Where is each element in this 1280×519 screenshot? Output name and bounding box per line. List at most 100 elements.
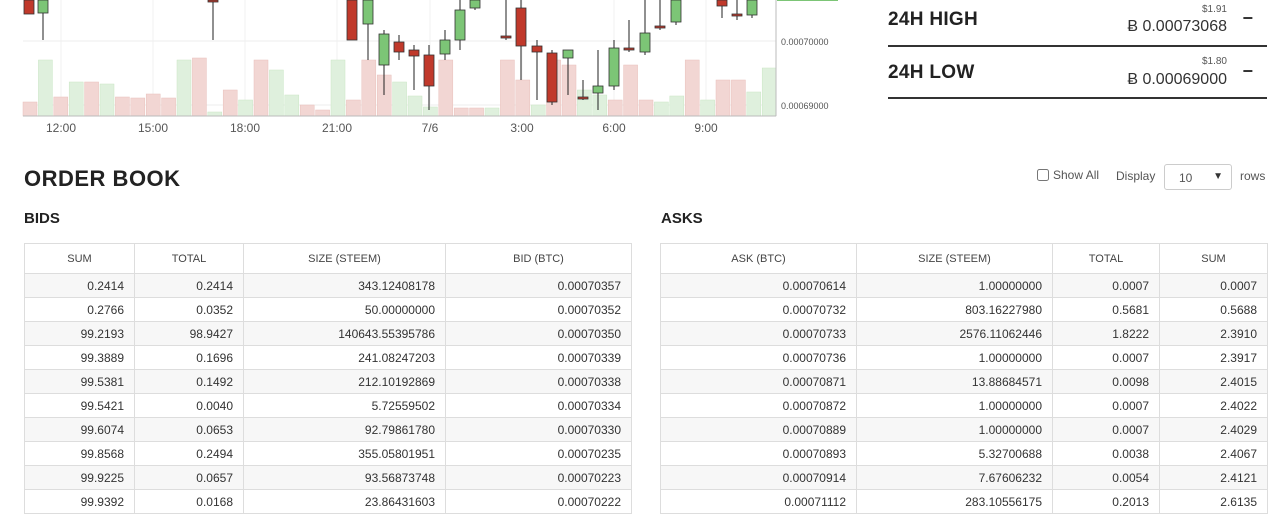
stat-btc-value: Ƀ 0.00073068 <box>1127 18 1227 35</box>
asks-row[interactable]: 0.00070889 1.00000000 0.0007 2.4029 <box>660 417 1268 442</box>
asks-cell: 1.8222 <box>1052 321 1160 346</box>
time-axis-label: 15:00 <box>138 121 168 135</box>
show-all-checkbox[interactable] <box>1037 169 1049 181</box>
caret-down-icon: ▼ <box>1213 171 1223 182</box>
price-chart[interactable]: 0.00070000 0.00069000 12:00 15:00 18:00 21:… <box>0 0 860 145</box>
bids-row[interactable]: 99.9225 0.0657 93.56873748 0.00070223 <box>24 465 632 490</box>
bids-row[interactable]: 0.2766 0.0352 50.00000000 0.00070352 <box>24 297 632 322</box>
asks-cell: 2.4015 <box>1159 369 1268 394</box>
asks-cell: 0.2013 <box>1052 489 1160 514</box>
bids-cell: 0.00070338 <box>445 369 632 394</box>
volume-bar <box>684 59 700 117</box>
asks-cell: 0.00070914 <box>660 465 857 490</box>
asks-cell: 0.0054 <box>1052 465 1160 490</box>
bids-row[interactable]: 99.3889 0.1696 241.08247203 0.00070339 <box>24 345 632 370</box>
bids-row[interactable]: 0.2414 0.2414 343.12408178 0.00070357 <box>24 273 632 298</box>
asks-row[interactable]: 0.00070736 1.00000000 0.0007 2.3917 <box>660 345 1268 370</box>
bids-cell: 0.00070334 <box>445 393 632 418</box>
asks-cell: 0.0007 <box>1052 417 1160 442</box>
asks-row[interactable]: 0.00071112 283.10556175 0.2013 2.6135 <box>660 489 1268 514</box>
bids-cell: 0.0653 <box>134 417 244 442</box>
bids-cell: 99.2193 <box>24 321 135 346</box>
bids-cell: 343.12408178 <box>243 273 446 298</box>
asks-cell: 1.00000000 <box>856 273 1053 298</box>
bids-cell: 92.79861780 <box>243 417 446 442</box>
bids-cell: 0.00070235 <box>445 441 632 466</box>
asks-column-header: SUM <box>1159 243 1268 274</box>
bids-row[interactable]: 99.6074 0.0653 92.79861780 0.00070330 <box>24 417 632 442</box>
volume-bar <box>346 99 361 117</box>
volume-bar <box>623 64 638 117</box>
bids-cell: 212.10192869 <box>243 369 446 394</box>
candle-body <box>654 25 666 29</box>
bids-cell: 0.0352 <box>134 297 244 322</box>
asks-cell: 0.5688 <box>1159 297 1268 322</box>
asks-row[interactable]: 0.00070872 1.00000000 0.0007 2.4022 <box>660 393 1268 418</box>
price-axis-label: 0.00070000 <box>781 37 829 47</box>
asks-cell: 1.00000000 <box>856 393 1053 418</box>
asks-column-header: ASK (BTC) <box>660 243 857 274</box>
volume-bar <box>361 59 377 117</box>
collapse-toggle-button[interactable]: − <box>1242 61 1253 82</box>
bids-row[interactable]: 99.2193 98.9427 140643.55395786 0.00070350 <box>24 321 632 346</box>
volume-bar <box>130 97 146 117</box>
asks-row[interactable]: 0.00070914 7.67606232 0.0054 2.4121 <box>660 465 1268 490</box>
rows-select-value: 10 <box>1179 171 1193 185</box>
bids-cell: 0.00070350 <box>445 321 632 346</box>
bids-column-header: SIZE (STEEM) <box>243 243 446 274</box>
asks-cell: 0.00070871 <box>660 369 857 394</box>
show-all-toggle[interactable]: Show All <box>1037 168 1099 182</box>
bids-column-header: TOTAL <box>134 243 244 274</box>
asks-row[interactable]: 0.00070733 2576.11062446 1.8222 2.3910 <box>660 321 1268 346</box>
bids-row[interactable]: 99.9392 0.0168 23.86431603 0.00070222 <box>24 489 632 514</box>
asks-cell: 0.5681 <box>1052 297 1160 322</box>
bids-row[interactable]: 99.5381 0.1492 212.10192869 0.00070338 <box>24 369 632 394</box>
bids-cell: 0.00070330 <box>445 417 632 442</box>
volume-bar <box>746 91 762 117</box>
asks-cell: 2576.11062446 <box>856 321 1053 346</box>
asks-header-row: ASK (BTC) SIZE (STEEM) TOTAL SUM <box>660 243 1268 274</box>
asks-cell: 0.00070893 <box>660 441 857 466</box>
volume-bar <box>592 94 608 117</box>
candle-body <box>577 96 589 100</box>
volume-bar <box>561 64 577 117</box>
stat-label: 24H HIGH <box>888 9 979 30</box>
volume-bar <box>638 99 654 117</box>
asks-cell: 0.0007 <box>1052 273 1160 298</box>
stat-btc-value: Ƀ 0.00069000 <box>1127 71 1227 88</box>
asks-row[interactable]: 0.00070732 803.16227980 0.5681 0.5688 <box>660 297 1268 322</box>
stat-24h-low: 24H LOW $1.80 Ƀ 0.00069000 − <box>888 53 1267 99</box>
asks-cell: 2.4022 <box>1159 393 1268 418</box>
show-all-label: Show All <box>1053 168 1100 182</box>
bids-column-header: BID (BTC) <box>445 243 632 274</box>
time-axis-label: 12:00 <box>46 121 76 135</box>
bids-cell: 5.72559502 <box>243 393 446 418</box>
asks-row[interactable]: 0.00070893 5.32700688 0.0038 2.4067 <box>660 441 1268 466</box>
stat-usd-value: $1.91 <box>1201 4 1227 15</box>
asks-row[interactable]: 0.00070871 13.88684571 0.0098 2.4015 <box>660 369 1268 394</box>
candle-body <box>439 39 451 55</box>
bids-cell: 0.00070339 <box>445 345 632 370</box>
asks-cell: 0.00070614 <box>660 273 857 298</box>
candle-body <box>362 0 374 25</box>
volume-bar <box>515 79 531 117</box>
bids-row[interactable]: 99.8568 0.2494 355.05801951 0.00070235 <box>24 441 632 466</box>
asks-cell: 2.6135 <box>1159 489 1268 514</box>
volume-bar <box>145 93 161 117</box>
asks-cell: 1.00000000 <box>856 345 1053 370</box>
time-axis-label: 9:00 <box>694 121 718 135</box>
volume-bar <box>222 89 238 117</box>
asks-cell: 0.00070733 <box>660 321 857 346</box>
asks-row[interactable]: 0.00070614 1.00000000 0.0007 0.0007 <box>660 273 1268 298</box>
bids-cell: 99.9225 <box>24 465 135 490</box>
collapse-toggle-button[interactable]: − <box>1242 8 1253 29</box>
volume-bar <box>315 109 330 117</box>
bids-cell: 0.2414 <box>24 273 135 298</box>
bids-cell: 140643.55395786 <box>243 321 446 346</box>
volume-bar <box>407 95 423 117</box>
bids-row[interactable]: 99.5421 0.0040 5.72559502 0.00070334 <box>24 393 632 418</box>
volume-bar <box>68 81 84 117</box>
rows-select[interactable]: 10 ▼ <box>1164 164 1232 190</box>
asks-cell: 2.4029 <box>1159 417 1268 442</box>
asks-cell: 1.00000000 <box>856 417 1053 442</box>
